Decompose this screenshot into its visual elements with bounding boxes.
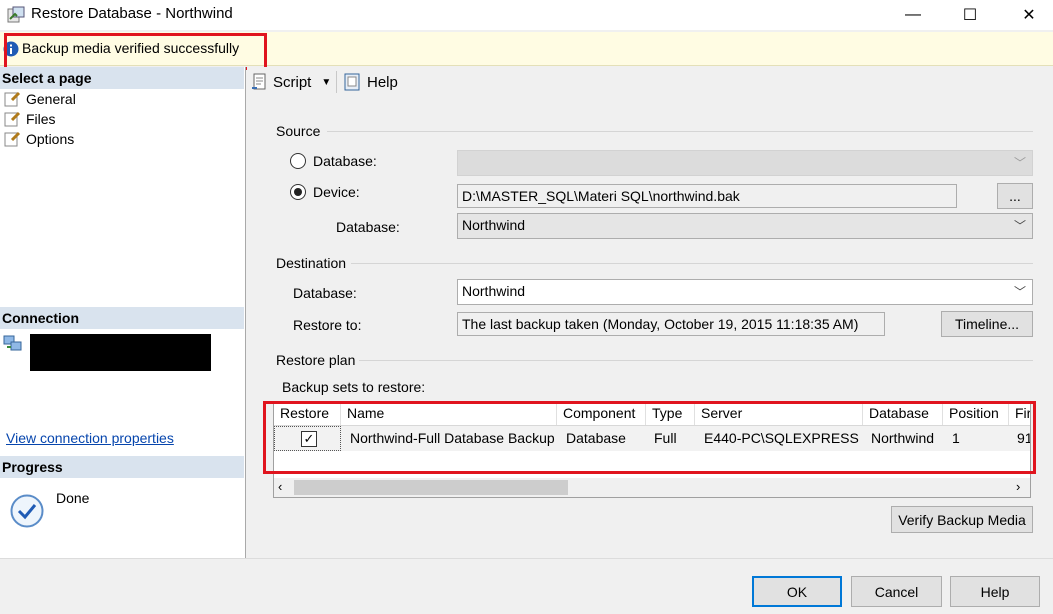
column-header-type[interactable]: Type [646, 403, 695, 425]
window-title: Restore Database - Northwind [31, 5, 233, 22]
source-group-title: Source [276, 123, 321, 139]
scroll-left-arrow-icon[interactable]: ‹ [278, 479, 282, 494]
chevron-down-icon: ﹀ [1013, 156, 1026, 170]
bottom-button-bar: OK Cancel Help [0, 558, 1053, 614]
source-divider [327, 131, 1033, 132]
message-bar: Backup media verified successfully [0, 32, 1053, 66]
column-header-server[interactable]: Server [695, 403, 863, 425]
check-circle-icon [10, 494, 44, 528]
help-label: Help [367, 73, 398, 91]
dest-database-value: Northwind [462, 283, 526, 299]
ok-button[interactable]: OK [752, 576, 842, 607]
source-database-select-disabled: ﹀ [457, 150, 1033, 176]
restore-checkbox[interactable]: ✓ [301, 431, 317, 447]
left-panel: Select a page General Files Options Conn… [0, 67, 246, 558]
script-button[interactable]: Script ▼ [251, 73, 331, 91]
column-header-database[interactable]: Database [863, 403, 943, 425]
verify-backup-media-button[interactable]: Verify Backup Media [891, 506, 1033, 533]
column-header-restore[interactable]: Restore [274, 403, 341, 425]
row-server-cell: E440-PC\SQLEXPRESS [704, 430, 859, 446]
backup-sets-label: Backup sets to restore: [282, 379, 426, 395]
row-database-cell: Northwind [871, 430, 935, 446]
row-component-cell: Database [566, 430, 626, 446]
restore-to-label: Restore to: [293, 317, 362, 333]
horizontal-scrollbar[interactable]: ‹ › [274, 478, 1030, 497]
restore-plan-divider [359, 360, 1033, 361]
script-label: Script [273, 73, 312, 91]
column-header-position[interactable]: Position [943, 403, 1009, 425]
page-wrench-icon [4, 111, 22, 127]
help-toolbar-button[interactable]: Help [343, 73, 398, 91]
select-page-header: Select a page [0, 67, 244, 89]
help-book-icon [343, 73, 363, 91]
scroll-right-arrow-icon[interactable]: › [1016, 479, 1020, 494]
toolbar-separator [336, 71, 337, 93]
browse-device-button[interactable]: ... [997, 183, 1033, 209]
cancel-button[interactable]: Cancel [851, 576, 942, 607]
row-name-cell: Northwind-Full Database Backup [350, 430, 555, 446]
progress-header: Progress [0, 456, 244, 478]
database-radio-label: Database: [313, 153, 377, 169]
view-connection-properties-link[interactable]: View connection properties [6, 430, 174, 446]
dest-database-label: Database: [293, 285, 357, 301]
dropdown-arrow-icon[interactable]: ▼ [321, 77, 331, 88]
column-header-component[interactable]: Component [557, 403, 646, 425]
connection-header: Connection [0, 307, 244, 329]
title-bar: Restore Database - Northwind — ☐ ✕ [0, 0, 1053, 30]
page-wrench-icon [4, 131, 22, 147]
row-type-cell: Full [654, 430, 677, 446]
info-icon [3, 41, 19, 57]
redacted-connection-block [30, 334, 211, 371]
scrollbar-thumb[interactable] [294, 480, 568, 495]
page-item-label: Options [26, 131, 75, 147]
chevron-down-icon: ﹀ [1013, 219, 1026, 233]
sql-restore-app-icon [7, 6, 25, 24]
device-radio-label: Device: [313, 184, 360, 200]
minimize-button[interactable]: — [890, 0, 936, 30]
destination-group-title: Destination [276, 255, 347, 271]
maximize-button[interactable]: ☐ [947, 0, 993, 30]
page-item-label: Files [26, 111, 56, 127]
help-button[interactable]: Help [950, 576, 1040, 607]
timeline-button[interactable]: Timeline... [941, 311, 1033, 337]
message-text: Backup media verified successfully [22, 40, 240, 56]
close-button[interactable]: ✕ [1006, 0, 1052, 30]
page-item-label: General [26, 91, 76, 107]
database-radio[interactable] [290, 153, 306, 169]
server-connection-icon [3, 335, 23, 353]
source-database-value: Northwind [462, 217, 526, 233]
restore-to-field[interactable]: The last backup taken (Monday, October 1… [457, 312, 885, 336]
device-radio[interactable] [290, 184, 306, 200]
column-header-first[interactable]: Firs [1009, 403, 1030, 425]
source-database-select[interactable]: Northwind ﹀ [457, 213, 1033, 239]
destination-divider [351, 263, 1033, 264]
device-path-field[interactable]: D:\MASTER_SQL\Materi SQL\northwind.bak [457, 184, 957, 208]
column-header-name[interactable]: Name [341, 403, 557, 425]
page-item-general[interactable]: General [4, 89, 76, 109]
source-database-label: Database: [336, 219, 400, 235]
page-item-files[interactable]: Files [4, 109, 56, 129]
row-first-cell: 91 [1017, 430, 1030, 446]
dest-database-select[interactable]: Northwind ﹀ [457, 279, 1033, 305]
chevron-down-icon: ﹀ [1013, 285, 1026, 299]
page-wrench-icon [4, 91, 22, 107]
row-position-cell: 1 [952, 430, 960, 446]
page-item-options[interactable]: Options [4, 129, 74, 149]
restore-plan-group-title: Restore plan [276, 352, 356, 368]
progress-status-text: Done [56, 490, 90, 506]
script-icon [251, 73, 271, 91]
